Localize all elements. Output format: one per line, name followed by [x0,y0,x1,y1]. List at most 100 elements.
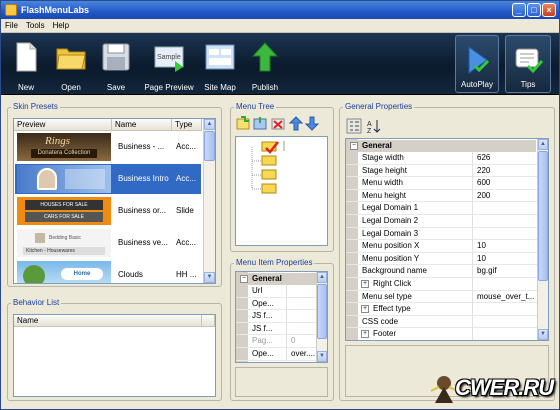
property-value[interactable] [472,202,537,215]
scroll-up-arrow-icon[interactable]: ▲ [538,139,548,150]
tree-root-folder-icon[interactable] [261,141,285,154]
close-button[interactable]: × [542,3,556,17]
behavior-list[interactable]: Name [13,314,216,397]
autoplay-button[interactable]: AutoPlay [455,35,499,93]
tips-button[interactable]: Tips [505,35,551,93]
property-value[interactable] [472,227,537,240]
skin-row[interactable]: Home Clouds HH ... [15,260,201,283]
scroll-thumb[interactable] [538,151,548,281]
property-value[interactable] [286,297,316,310]
menu-item-property-row[interactable]: Ope... [236,297,316,311]
general-property-row[interactable]: CSS code [346,315,537,329]
menu-tools[interactable]: Tools [22,19,49,32]
publish-button[interactable]: Publish [245,33,285,95]
general-props-scrollbar[interactable]: ▲ ▼ [537,139,548,340]
menu-help[interactable]: Help [49,19,73,32]
general-property-row[interactable]: Menu position Y 10 [346,252,537,266]
menu-item-property-row[interactable]: JS f... [236,322,316,336]
site-map-button[interactable]: Site Map [201,33,239,95]
expand-icon[interactable]: + [361,330,369,339]
property-value[interactable]: bg.gif [472,265,537,278]
column-name[interactable]: Name [112,119,172,131]
column-type[interactable]: Type [172,119,202,131]
collapse-icon[interactable]: − [240,275,248,283]
property-value[interactable] [286,285,316,297]
general-property-row[interactable]: Legal Domain 3 [346,227,537,241]
general-property-grid[interactable]: − General Stage width 626 Stage height 220 Me… [345,138,549,341]
scroll-up-arrow-icon[interactable]: ▲ [204,119,215,130]
general-property-row[interactable]: Stage height 220 [346,164,537,178]
property-value[interactable]: 626 [472,152,537,164]
skin-presets-list[interactable]: Preview Name Type Rings Donatera Collect… [13,118,216,284]
general-property-row[interactable]: + Right Click [346,278,537,291]
maximize-button[interactable]: □ [527,3,541,17]
tree-item-icon[interactable] [261,169,277,180]
menu-item-property-row[interactable]: Ope... over.... [236,348,316,361]
menu-item-property-grid[interactable]: − General Url Ope... JS f... JS f... Pag... 0 O… [235,271,328,363]
scroll-down-arrow-icon[interactable]: ▼ [204,272,215,283]
open-button[interactable]: Open [51,33,91,95]
general-property-row[interactable]: + Footer [346,328,537,340]
menu-item-property-row[interactable]: JS f... [236,310,316,323]
save-button[interactable]: Save [96,33,136,95]
general-property-row[interactable]: Legal Domain 2 [346,215,537,228]
scroll-up-arrow-icon[interactable]: ▲ [317,272,327,283]
property-value[interactable] [472,303,537,316]
categorized-view-icon[interactable] [346,118,362,134]
menu-item-props-scrollbar[interactable]: ▲ ▼ [316,272,327,362]
skin-row-selected[interactable]: Business Intro Acc... [15,164,201,194]
scroll-down-arrow-icon[interactable]: ▼ [317,351,327,362]
property-value[interactable] [472,328,537,340]
property-value[interactable]: 200 [472,189,537,202]
column-preview[interactable]: Preview [14,119,112,131]
collapse-icon[interactable]: − [350,142,358,150]
add-item-icon[interactable] [236,116,250,130]
general-property-row[interactable]: + Effect type [346,303,537,316]
skin-row[interactable]: HOUSES FOR SALE CARS FOR SALE Business o… [15,196,201,226]
alphabetical-sort-icon[interactable]: AZ [367,120,381,135]
property-value[interactable]: 10 [472,240,537,253]
property-value[interactable]: over.... [286,348,316,360]
general-property-row[interactable]: Menu height 200 [346,189,537,203]
expand-icon[interactable]: + [361,280,369,288]
property-value[interactable] [472,278,537,290]
scroll-down-arrow-icon[interactable]: ▼ [538,329,548,340]
add-subitem-icon[interactable] [253,117,267,130]
move-up-icon[interactable] [288,116,304,131]
new-button[interactable]: New [6,33,46,95]
skin-name: Clouds [118,270,143,279]
column-behavior-name[interactable]: Name [14,315,202,327]
general-property-row[interactable]: Menu position X 10 [346,240,537,253]
skin-name: Business - ... [118,142,165,151]
tree-item-icon[interactable] [261,155,277,166]
property-value[interactable]: 220 [472,164,537,177]
page-preview-button[interactable]: Sample Page Preview [139,33,199,95]
property-value[interactable]: 10 [472,252,537,265]
tree-item-icon[interactable] [261,183,277,194]
property-value[interactable]: mouse_over_t... [472,290,537,303]
property-value[interactable]: 600 [472,177,537,190]
general-property-row[interactable]: Stage width 626 [346,152,537,165]
minimize-button[interactable]: _ [512,3,526,17]
skin-presets-scrollbar[interactable]: ▲ ▼ [203,119,215,283]
move-down-icon[interactable] [304,116,320,131]
menu-tree-view[interactable] [235,136,328,246]
property-value[interactable]: 0 [286,335,316,348]
general-property-row[interactable]: Background name bg.gif [346,265,537,278]
menu-item-property-row[interactable]: Pag... 0 [236,335,316,348]
general-property-row[interactable]: Legal Domain 1 [346,202,537,215]
menu-file[interactable]: File [1,19,22,32]
scroll-thumb[interactable] [317,284,327,339]
scroll-thumb[interactable] [204,131,215,161]
general-property-row[interactable]: Menu sel type mouse_over_t... [346,290,537,304]
property-value[interactable] [286,310,316,323]
expand-icon[interactable]: + [361,305,369,314]
property-value[interactable] [472,215,537,227]
menu-item-property-row[interactable]: Url [236,285,316,298]
skin-row[interactable]: Bedding Basic Kitchen - Housewares Busin… [15,228,201,258]
property-value[interactable] [472,315,537,328]
skin-row[interactable]: Rings Donatera Collection Business - ...… [15,132,201,162]
property-value[interactable] [286,322,316,335]
delete-item-icon[interactable] [271,118,285,130]
general-property-row[interactable]: Menu width 600 [346,177,537,190]
